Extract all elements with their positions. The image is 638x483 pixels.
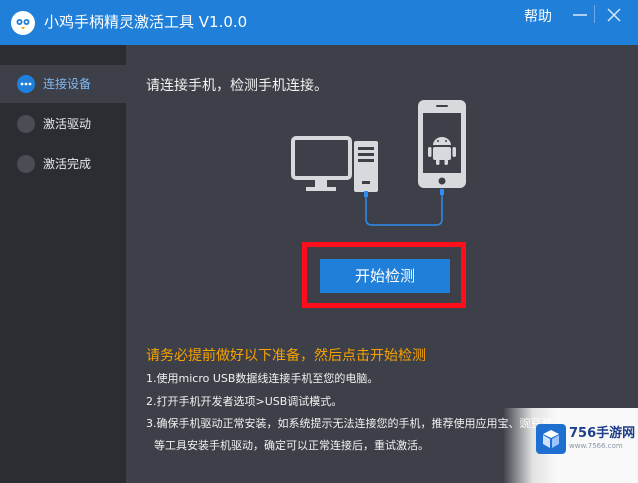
window-title: 小鸡手柄精灵激活工具 V1.0.0 [44,13,248,31]
sidebar-item-label: 激活驱动 [43,117,92,131]
help-link[interactable]: 帮助 [524,8,552,26]
start-detection-button[interactable]: 开始检测 [320,259,450,293]
step-3-text: 3.确保手机驱动正常安装，如系统提示无法连接您的手机，推荐使用应用宝、豌豆荚 [146,417,553,430]
sidebar-item-label: 激活完成 [43,157,92,171]
watermark-brand: 756手游网 [569,426,636,441]
minimize-icon[interactable] [569,4,591,26]
connection-illustration [291,100,466,226]
prerequisites-title: 请务必提前做好以下准备，然后点击开始检测 [146,348,426,364]
watermark-cube-icon [536,424,566,454]
android-phone-icon [418,100,466,188]
watermark-url: www.7566.com [569,442,623,450]
chick-logo-icon [11,11,35,35]
usb-cable-icon [364,189,444,226]
step-3-continued-text: 等工具安装手机驱动，确定可以正常连接后，重试激活。 [154,439,429,452]
sidebar-item-connect-device[interactable]: 连接设备 [0,65,126,103]
close-icon[interactable] [603,4,625,26]
sidebar-item-label: 连接设备 [43,77,92,91]
step-1-text: 1.使用micro USB数据线连接手机至您的电脑。 [146,372,379,385]
circle-icon [17,115,35,133]
title-bar: 小鸡手柄精灵激活工具 V1.0.0 帮助 [0,0,638,45]
step-2-text: 2.打开手机开发者选项>USB调试模式。 [146,395,343,408]
connect-instruction: 请连接手机，检测手机连接。 [146,78,328,94]
sidebar: 连接设备 激活驱动 激活完成 [0,45,126,483]
sidebar-item-activation-complete[interactable]: 激活完成 [0,145,126,183]
title-divider [594,5,595,23]
dots-icon [17,75,35,93]
sidebar-item-activate-driver[interactable]: 激活驱动 [0,105,126,143]
computer-icon [291,136,378,192]
circle-icon [17,155,35,173]
